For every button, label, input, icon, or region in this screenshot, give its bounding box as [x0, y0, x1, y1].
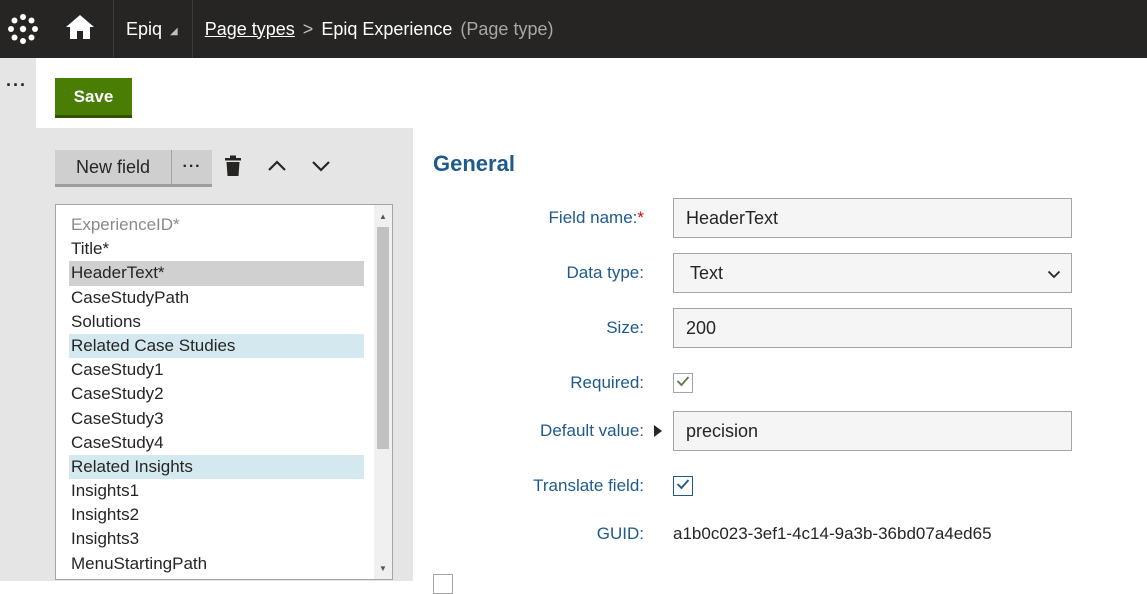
- breadcrumb-page-types-link[interactable]: Page types: [205, 19, 295, 40]
- translate-checkbox[interactable]: [673, 476, 693, 496]
- new-field-more-icon[interactable]: ···: [172, 150, 212, 184]
- kentico-logo-icon[interactable]: [0, 0, 46, 58]
- fields-panel: New field ··· ExperienceID* Title* HeaderT…: [36, 128, 413, 581]
- field-list-item[interactable]: Insights3: [69, 527, 364, 551]
- caret-down-icon: ◢: [170, 25, 178, 37]
- field-list-item[interactable]: Related Case Studies: [69, 333, 364, 359]
- listbox-scrollbar[interactable]: ▲ ▼: [374, 205, 392, 579]
- field-list-item[interactable]: MenuStartingPath: [69, 552, 364, 576]
- expand-triangle-icon[interactable]: [654, 425, 662, 437]
- delete-field-button[interactable]: [219, 154, 247, 182]
- field-list: ExperienceID* Title* HeaderText* CaseStudyP…: [69, 213, 364, 576]
- size-label: Size:: [606, 318, 644, 337]
- trash-icon: [224, 155, 242, 182]
- default-value-input[interactable]: precision: [673, 411, 1072, 451]
- size-row: Size: 200: [413, 308, 1147, 348]
- data-type-select[interactable]: Text: [673, 253, 1072, 293]
- check-icon: [676, 374, 690, 392]
- default-value-row: Default value: precision: [413, 411, 1147, 451]
- required-label: Required:: [570, 373, 644, 392]
- required-checkbox[interactable]: [673, 373, 693, 393]
- fields-listbox[interactable]: ExperienceID* Title* HeaderText* CaseStudyP…: [55, 204, 393, 580]
- home-button[interactable]: [46, 0, 114, 58]
- data-type-label: Data type:: [566, 263, 645, 282]
- field-list-item[interactable]: HeaderText*: [69, 261, 364, 286]
- required-asterisk: *: [637, 208, 644, 227]
- field-list-item[interactable]: ExperienceID*: [69, 213, 364, 237]
- field-list-item[interactable]: CaseStudy1: [69, 358, 364, 382]
- save-button[interactable]: Save: [55, 78, 132, 118]
- chevron-right-icon: >: [302, 18, 314, 39]
- translate-label: Translate field:: [533, 476, 644, 495]
- breadcrumb-type: (Page type): [460, 18, 554, 39]
- left-rail: ···: [0, 58, 36, 581]
- field-name-row: Field name:* HeaderText: [413, 198, 1147, 238]
- top-navigation-bar: Epiq ◢ Page types > Epiq Experience (Pag…: [0, 0, 1147, 58]
- required-row: Required:: [413, 372, 1147, 394]
- chevron-down-icon: [311, 159, 331, 177]
- scroll-down-icon[interactable]: ▼: [374, 559, 392, 577]
- field-list-item[interactable]: Insights1: [69, 479, 364, 503]
- data-type-value: Text: [690, 262, 724, 283]
- field-name-input[interactable]: HeaderText: [673, 198, 1072, 238]
- more-dots-icon[interactable]: ···: [6, 76, 27, 94]
- chevron-down-icon: [1047, 263, 1061, 284]
- move-down-button[interactable]: [307, 154, 335, 182]
- field-list-item[interactable]: Insights2: [69, 503, 364, 527]
- field-name-label: Field name:*: [548, 208, 644, 227]
- section-title-general: General: [433, 151, 515, 176]
- translate-row: Translate field:: [413, 475, 1147, 497]
- partial-checkbox[interactable]: [433, 574, 453, 594]
- field-list-item[interactable]: CaseStudyPath: [69, 286, 364, 310]
- scroll-thumb[interactable]: [377, 227, 389, 449]
- scroll-up-icon[interactable]: ▲: [374, 207, 392, 225]
- check-icon: [676, 477, 690, 495]
- guid-value: a1b0c023-3ef1-4c14-9a3b-36bd07a4ed65: [673, 524, 992, 543]
- data-type-row: Data type: Text: [413, 253, 1147, 293]
- field-list-item[interactable]: Title*: [69, 237, 364, 261]
- site-selector[interactable]: Epiq ◢: [114, 0, 193, 58]
- new-field-button-group: New field ···: [55, 150, 212, 187]
- field-list-item[interactable]: CaseStudy4: [69, 431, 364, 455]
- size-input[interactable]: 200: [673, 308, 1072, 348]
- field-list-item[interactable]: Related Insights: [69, 454, 364, 480]
- site-name: Epiq: [126, 18, 163, 39]
- home-icon: [64, 13, 96, 46]
- field-list-item[interactable]: CaseStudy3: [69, 407, 364, 431]
- field-list-item[interactable]: CaseStudy2: [69, 382, 364, 406]
- chevron-up-icon: [267, 159, 287, 177]
- default-value-label: Default value:: [540, 421, 644, 440]
- breadcrumb: Page types > Epiq Experience (Page type): [193, 19, 554, 40]
- new-field-button[interactable]: New field: [55, 150, 172, 184]
- breadcrumb-current: Epiq Experience: [321, 18, 453, 39]
- guid-row: GUID: a1b0c023-3ef1-4c14-9a3b-36bd07a4ed…: [413, 523, 1147, 545]
- field-list-item[interactable]: Solutions: [69, 310, 364, 334]
- move-up-button[interactable]: [263, 154, 291, 182]
- guid-label: GUID:: [596, 524, 644, 543]
